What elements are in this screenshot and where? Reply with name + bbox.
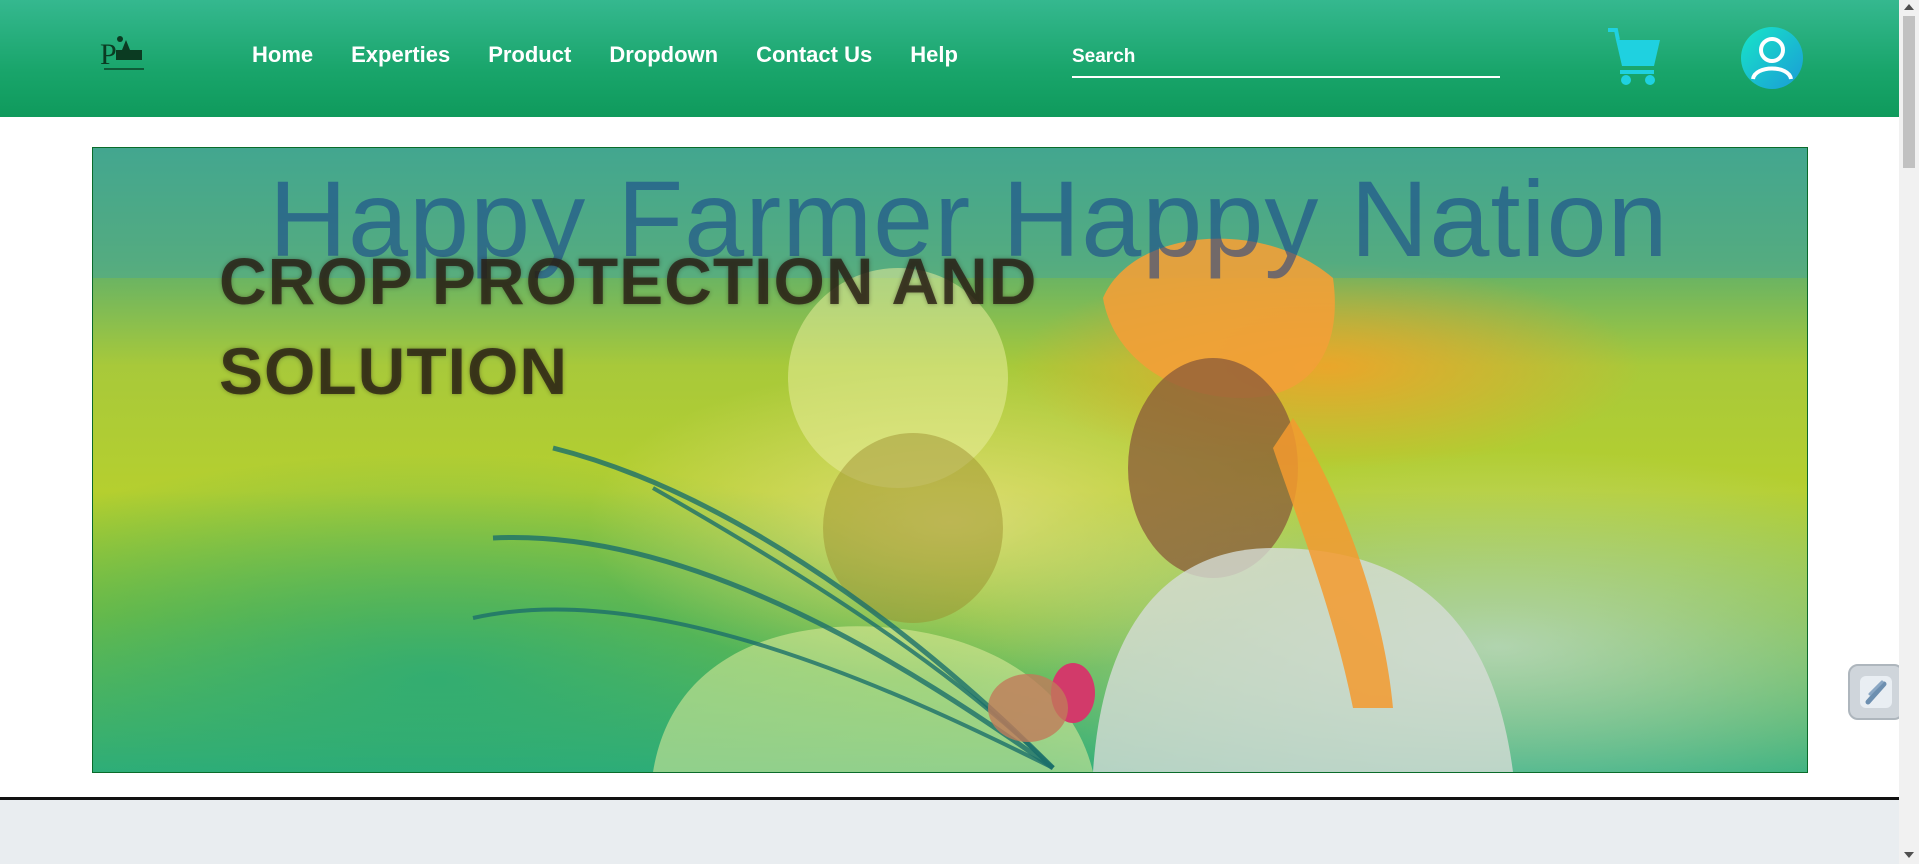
search-box [1072, 42, 1500, 78]
main-nav: Home Experties Product Dropdown Contact … [252, 42, 996, 68]
nav-experties[interactable]: Experties [351, 42, 450, 68]
scrollbar-thumb[interactable] [1903, 16, 1915, 168]
navbar: P Home Experties Product Dropdown Contac… [0, 0, 1899, 117]
page: P Home Experties Product Dropdown Contac… [0, 0, 1919, 864]
scroll-down-icon[interactable] [1904, 852, 1914, 858]
lightning-icon [1860, 676, 1892, 708]
nav-help[interactable]: Help [910, 42, 958, 68]
user-icon [1751, 37, 1793, 80]
nav-dropdown[interactable]: Dropdown [609, 42, 718, 68]
search-input[interactable] [1072, 42, 1500, 72]
vertical-scrollbar[interactable] [1899, 0, 1919, 864]
floating-assistant-button[interactable] [1848, 664, 1904, 720]
profile-button[interactable] [1741, 27, 1803, 89]
brand-logo[interactable]: P [96, 30, 150, 78]
next-section [0, 800, 1899, 864]
nav-product[interactable]: Product [488, 42, 571, 68]
svg-text:P: P [100, 38, 117, 71]
nav-home[interactable]: Home [252, 42, 313, 68]
nav-contact-us[interactable]: Contact Us [756, 42, 872, 68]
hero-subtitle: CROP PROTECTION AND SOLUTION [219, 244, 1038, 408]
logo-icon: P [100, 36, 144, 71]
scroll-up-icon[interactable] [1904, 4, 1914, 10]
hero-banner: Happy Farmer Happy Nation CROP PROTECTIO… [92, 147, 1808, 773]
cart-button[interactable] [1606, 26, 1662, 86]
shopping-cart-icon [1608, 28, 1660, 85]
